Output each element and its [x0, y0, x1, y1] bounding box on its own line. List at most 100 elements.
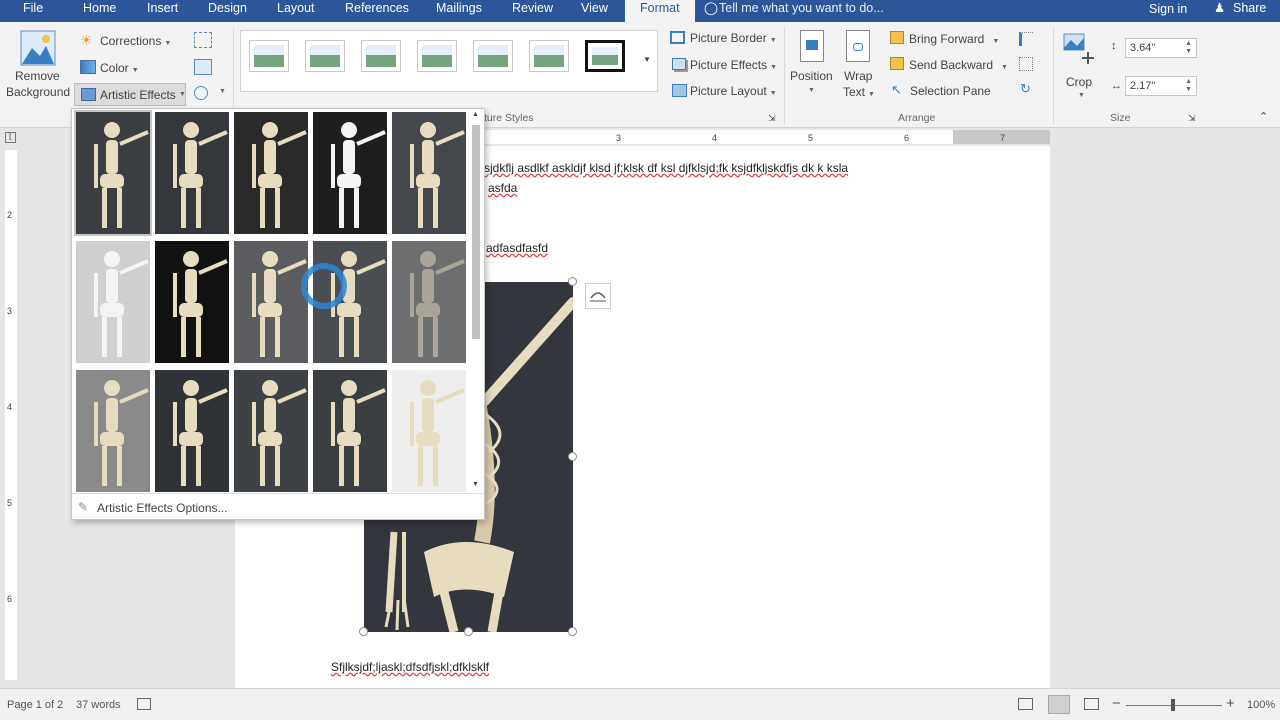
tab-selector-icon[interactable]: ⌊ [5, 132, 16, 143]
color-button[interactable]: Color ▼ [100, 61, 139, 75]
zoom-out-button[interactable]: − [1112, 695, 1121, 712]
shape-width-icon: ↔ [1111, 80, 1122, 92]
sign-in-link[interactable]: Sign in [1149, 1, 1187, 23]
document-text-line[interactable]: sjdkflj asdlkf askldjf klsd jf;klsk df k… [484, 161, 848, 175]
collapse-ribbon-icon[interactable]: ⌃ [1259, 110, 1268, 123]
effect-preview-icon [410, 251, 465, 357]
picture-styles-gallery[interactable]: ▼ [240, 30, 658, 92]
effect-mosaic-bubbles[interactable] [313, 370, 387, 492]
ruler-tick-label: 7 [1000, 133, 1006, 143]
picture-effects-button[interactable]: Picture Effects ▼ [690, 58, 777, 72]
resize-handle[interactable] [359, 627, 368, 636]
chevron-down-icon[interactable]: ▼ [643, 55, 651, 64]
spinner-arrows-icon[interactable]: ▲ ▼ [1185, 40, 1192, 56]
resize-handle[interactable] [568, 627, 577, 636]
bring-forward-button[interactable]: Bring Forward ▼ [909, 32, 999, 46]
change-picture-icon[interactable] [194, 59, 212, 75]
zoom-level[interactable]: 100% [1247, 699, 1275, 711]
selection-pane-button[interactable]: Selection Pane [910, 84, 991, 98]
effect-line-drawing[interactable] [392, 112, 466, 234]
document-text-line[interactable]: asfda [488, 181, 517, 195]
picture-border-button[interactable]: Picture Border ▼ [690, 31, 777, 45]
picture-style-thumbnail[interactable] [585, 40, 625, 72]
web-layout-icon[interactable] [1084, 698, 1099, 710]
ruler-tick-label: 3 [7, 306, 13, 316]
align-icon[interactable] [1019, 32, 1033, 46]
spinner-arrows-icon[interactable]: ▲ ▼ [1185, 78, 1192, 94]
effect-blur[interactable] [392, 241, 466, 363]
picture-style-thumbnail[interactable] [249, 40, 289, 72]
resize-handle[interactable] [568, 277, 577, 286]
tab-insert[interactable]: Insert [147, 0, 178, 22]
effect-preview-icon [410, 122, 465, 228]
remove-background-label-1: Remove [15, 69, 60, 83]
picture-layout-label: Picture Layout [690, 84, 767, 98]
tab-view[interactable]: View [581, 0, 608, 22]
corrections-button[interactable]: Corrections ▼ [100, 34, 171, 48]
document-text-line[interactable]: adfasdfasfd [486, 241, 548, 255]
resize-handle[interactable] [568, 452, 577, 461]
zoom-in-button[interactable]: + [1226, 695, 1235, 712]
picture-style-thumbnail[interactable] [529, 40, 569, 72]
tab-mailings[interactable]: Mailings [436, 0, 482, 22]
layout-options-button[interactable] [585, 283, 611, 309]
group-icon[interactable] [1019, 57, 1033, 71]
effect-paint-brush[interactable] [234, 241, 308, 363]
picture-style-thumbnail[interactable] [473, 40, 513, 72]
page-count[interactable]: Page 1 of 2 [7, 699, 63, 711]
shape-height-value: 3.64" [1130, 42, 1156, 54]
rotate-icon[interactable]: ↻ [1020, 81, 1031, 97]
artistic-effects-button[interactable]: Artistic Effects ▼ [74, 83, 186, 106]
chevron-down-icon: ▼ [992, 38, 1000, 45]
effect-film-grain[interactable] [234, 370, 308, 492]
effect-none[interactable] [74, 110, 152, 236]
tab-layout[interactable]: Layout [277, 0, 315, 22]
scroll-up-icon[interactable]: ▲ [472, 111, 479, 118]
effect-paint-strokes[interactable] [155, 241, 229, 363]
artistic-effects-options-button[interactable]: ✎ Artistic Effects Options... [72, 493, 484, 519]
effect-marker[interactable] [155, 112, 229, 234]
word-count[interactable]: 37 words [76, 699, 121, 711]
dialog-launcher-icon[interactable]: ⇲ [768, 113, 776, 124]
tab-review[interactable]: Review [512, 0, 553, 22]
effect-chalk-sketch[interactable] [76, 241, 150, 363]
picture-style-thumbnail[interactable] [417, 40, 457, 72]
picture-style-thumbnail[interactable] [305, 40, 345, 72]
send-backward-label: Send Backward [909, 58, 994, 72]
effect-pencil-grayscale[interactable] [234, 112, 308, 234]
print-layout-icon[interactable] [1048, 695, 1070, 714]
effect-pencil-sketch[interactable] [313, 112, 387, 234]
effect-watercolor-sponge[interactable] [155, 370, 229, 492]
document-text-line[interactable]: Sfjlksjdf;ljaskl;dfsdfjskl;dfklsklf [331, 660, 489, 674]
picture-layout-button[interactable]: Picture Layout ▼ [690, 84, 777, 98]
effect-preview-icon [94, 251, 149, 357]
resize-handle[interactable] [464, 627, 473, 636]
tab-design[interactable]: Design [208, 0, 247, 22]
ribbon-divider [784, 28, 785, 124]
ruler-tick-label: 6 [7, 594, 13, 604]
ribbon-tab-bar: File Home Insert Design Layout Reference… [0, 0, 1280, 22]
tab-references[interactable]: References [345, 0, 409, 22]
effect-glass[interactable] [392, 370, 466, 492]
tab-format[interactable]: Format [625, 0, 695, 22]
reset-picture-icon[interactable] [194, 86, 208, 100]
scrollbar-thumb[interactable] [472, 125, 480, 339]
scroll-down-icon[interactable]: ▼ [472, 481, 479, 488]
chevron-down-icon: ▼ [1001, 64, 1008, 71]
shape-width-input[interactable]: 2.17" ▲ ▼ [1125, 76, 1197, 96]
tab-file[interactable]: File [23, 0, 43, 22]
proofing-icon[interactable] [137, 698, 151, 710]
compress-pictures-icon[interactable] [194, 32, 212, 48]
zoom-slider-thumb[interactable] [1171, 699, 1175, 711]
share-button[interactable]: Share [1233, 0, 1266, 22]
read-mode-icon[interactable] [1018, 698, 1033, 710]
shape-height-input[interactable]: 3.64" ▲ ▼ [1125, 38, 1197, 58]
send-backward-button[interactable]: Send Backward ▼ [909, 58, 1008, 72]
picture-style-thumbnail[interactable] [361, 40, 401, 72]
tab-home[interactable]: Home [83, 0, 116, 22]
tell-me-search[interactable]: Tell me what you want to do... [719, 0, 884, 22]
effect-light-screen[interactable] [76, 370, 150, 492]
dialog-launcher-icon[interactable]: ⇲ [1188, 113, 1196, 124]
color-icon [80, 60, 96, 74]
gallery-scrollbar[interactable]: ▲ ▼ [468, 111, 484, 491]
